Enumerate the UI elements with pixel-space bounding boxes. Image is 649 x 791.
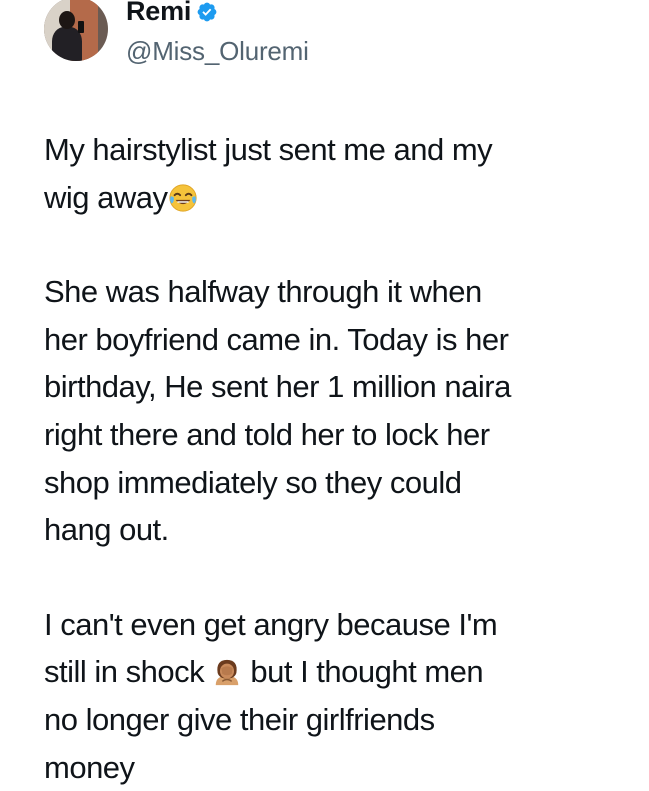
text-line: no longer give their girlfriends (44, 701, 435, 737)
user-handle[interactable]: @Miss_Oluremi (126, 36, 309, 67)
avatar[interactable] (44, 0, 108, 61)
face-with-tears-of-joy-icon (168, 184, 197, 212)
tweet: Remi @Miss_Oluremi My hairstylist just s… (0, 0, 649, 786)
text-line: still in shock but I thought men (44, 648, 634, 696)
text-line: shop immediately so they could (44, 464, 462, 500)
text-line: hang out. (44, 512, 169, 548)
text-line: She was halfway through it when (44, 274, 482, 310)
text-line: money (44, 749, 135, 785)
tweet-header: Remi @Miss_Oluremi (44, 0, 604, 70)
text-line: wig away (44, 174, 634, 222)
verified-badge-icon (197, 2, 217, 22)
tweet-text: My hairstylist just sent me and my wig a… (44, 126, 634, 791)
woman-facepalming-icon (215, 660, 239, 686)
text-line: her boyfriend came in. Today is her (44, 321, 509, 357)
display-name[interactable]: Remi (126, 0, 191, 27)
text-line: right there and told her to lock her (44, 416, 490, 452)
text-line: I can't even get angry because I'm (44, 606, 498, 642)
name-row: Remi (126, 0, 218, 28)
text-line: birthday, He sent her 1 million naira (44, 369, 511, 405)
text-segment: still in shock (44, 654, 205, 690)
text-line: My hairstylist just sent me and my (44, 132, 493, 167)
text-segment: but I thought men (250, 654, 484, 690)
text-segment: wig away (44, 179, 168, 215)
